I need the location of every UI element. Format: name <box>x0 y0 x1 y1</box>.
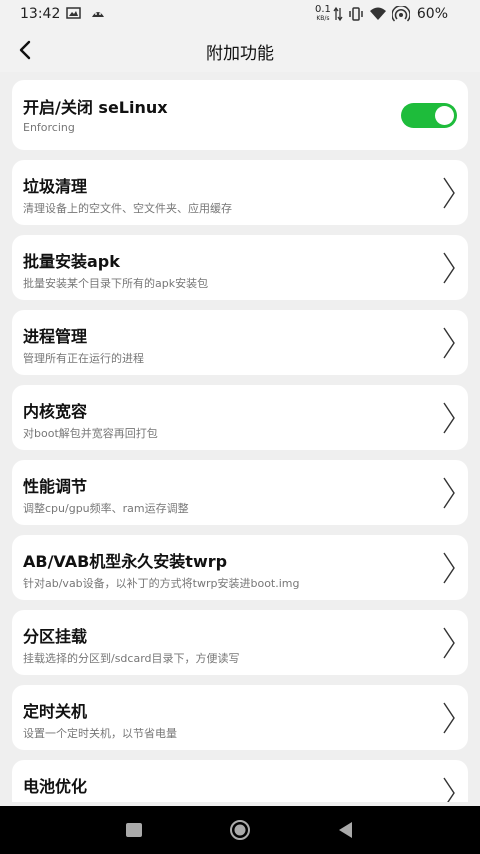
item-title: 定时关机 <box>23 702 88 721</box>
nav-recents-icon[interactable] <box>123 819 145 841</box>
item-title: 内核宽容 <box>23 402 88 421</box>
list-item-partition-mount[interactable]: 分区挂载 挂载选择的分区到/sdcard目录下，方便读写 <box>12 610 468 675</box>
selinux-switch[interactable] <box>401 103 457 128</box>
nav-home-icon[interactable] <box>229 819 251 841</box>
list-item-batch-install[interactable]: 批量安装apk 批量安装某个目录下所有的apk安装包 <box>12 235 468 300</box>
chevron-right-icon <box>443 177 455 209</box>
list-item-scheduled-shutdown[interactable]: 定时关机 设置一个定时关机，以节省电量 <box>12 685 468 750</box>
chevron-right-icon <box>443 327 455 359</box>
data-activity-icon <box>333 6 343 22</box>
feature-list[interactable]: 开启/关闭 seLinux Enforcing 垃圾清理 清理设备上的空文件、空… <box>12 80 468 802</box>
chevron-right-icon <box>443 702 455 734</box>
network-speed: 0.1 KB/s <box>315 4 331 23</box>
switch-knob <box>435 106 454 125</box>
network-speed-value: 0.1 <box>315 4 331 15</box>
selinux-toggle-item[interactable]: 开启/关闭 seLinux Enforcing <box>12 80 468 150</box>
page-title: 附加功能 <box>206 44 274 64</box>
vibrate-icon <box>349 7 363 21</box>
item-title: 分区挂载 <box>23 627 88 646</box>
status-bar: 13:42 0.1 KB/s 60% <box>0 0 480 28</box>
item-title: 开启/关闭 seLinux <box>23 98 168 117</box>
item-subtitle: 挂载选择的分区到/sdcard目录下，方便读写 <box>23 652 240 665</box>
chevron-right-icon <box>443 402 455 434</box>
chevron-right-icon <box>443 777 455 802</box>
item-subtitle: 针对ab/vab设备，以补丁的方式将twrp安装进boot.img <box>23 577 300 590</box>
item-subtitle: Enforcing <box>23 121 75 134</box>
gallery-notification-icon <box>66 7 81 19</box>
app-bar: 附加功能 <box>0 28 480 72</box>
list-item-kernel-permissive[interactable]: 内核宽容 对boot解包并宽容再回打包 <box>12 385 468 450</box>
android-notification-icon <box>92 12 104 17</box>
item-subtitle: 设置一个定时关机，以节省电量 <box>23 727 177 740</box>
list-item-battery-optimize[interactable]: 电池优化 <box>12 760 468 802</box>
network-speed-unit: KB/s <box>316 15 330 22</box>
item-title: 性能调节 <box>23 477 88 496</box>
list-item-process-manager[interactable]: 进程管理 管理所有正在运行的进程 <box>12 310 468 375</box>
item-title: 批量安装apk <box>23 252 120 271</box>
chevron-right-icon <box>443 627 455 659</box>
system-nav-bar <box>0 806 480 854</box>
item-subtitle: 批量安装某个目录下所有的apk安装包 <box>23 277 209 290</box>
battery-percent: 60% <box>416 6 448 22</box>
nav-back-icon[interactable] <box>335 819 357 841</box>
list-item-performance[interactable]: 性能调节 调整cpu/gpu频率、ram运存调整 <box>12 460 468 525</box>
item-subtitle: 调整cpu/gpu频率、ram运存调整 <box>23 502 189 515</box>
hotspot-icon <box>392 6 410 22</box>
chevron-right-icon <box>443 552 455 584</box>
status-time: 13:42 <box>20 6 61 22</box>
chevron-right-icon <box>443 252 455 284</box>
item-title: AB/VAB机型永久安装twrp <box>23 552 228 571</box>
item-title: 进程管理 <box>23 327 88 346</box>
item-subtitle: 清理设备上的空文件、空文件夹、应用缓存 <box>23 202 232 215</box>
item-subtitle: 管理所有正在运行的进程 <box>23 352 144 365</box>
wifi-icon <box>370 7 386 20</box>
item-subtitle: 对boot解包并宽容再回打包 <box>23 427 158 440</box>
list-item-twrp-install[interactable]: AB/VAB机型永久安装twrp 针对ab/vab设备，以补丁的方式将twrp安… <box>12 535 468 600</box>
chevron-right-icon <box>443 477 455 509</box>
item-title: 电池优化 <box>23 777 88 796</box>
item-title: 垃圾清理 <box>23 177 88 196</box>
list-item-junk-clean[interactable]: 垃圾清理 清理设备上的空文件、空文件夹、应用缓存 <box>12 160 468 225</box>
